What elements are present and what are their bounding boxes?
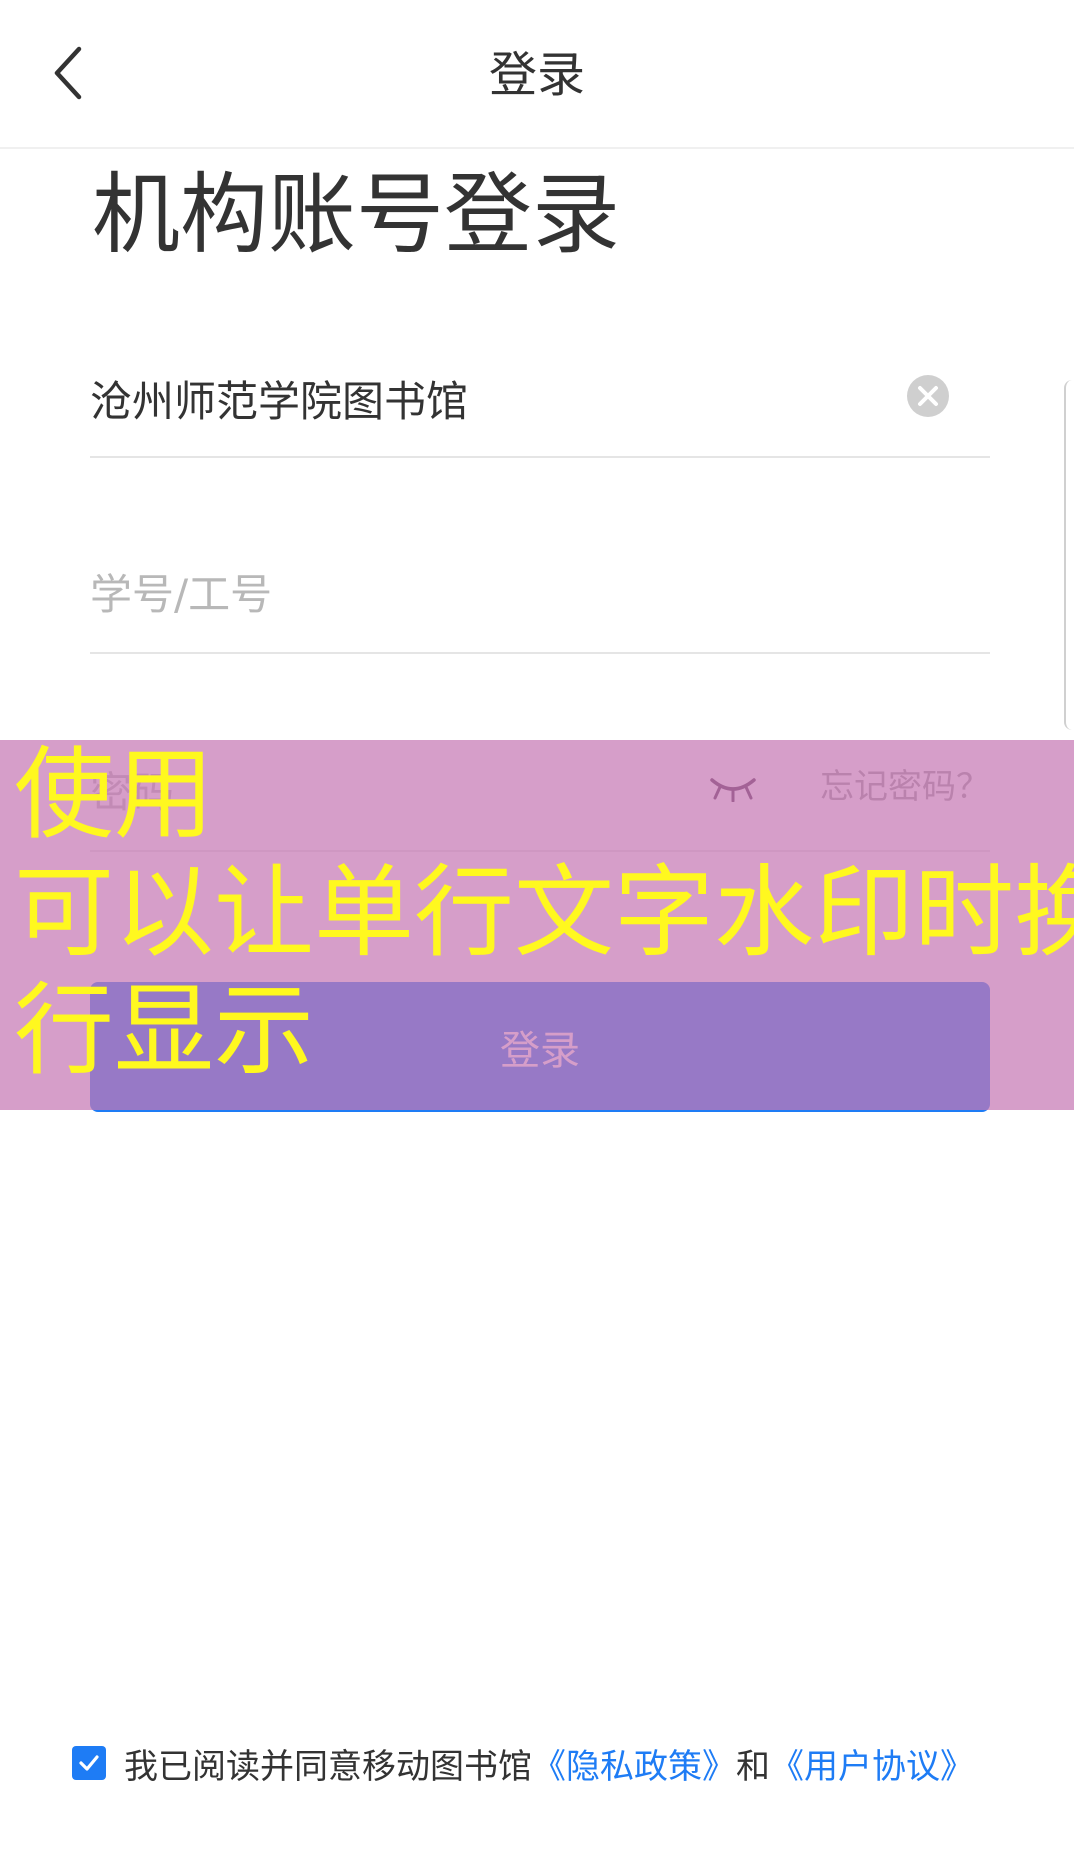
privacy-policy-link[interactable]: 《隐私政策》 xyxy=(532,1739,736,1788)
forgot-password-link[interactable]: 忘记密码？ xyxy=(820,762,990,812)
user-agreement-link[interactable]: 《用户协议》 xyxy=(770,1739,974,1788)
account-field xyxy=(90,544,990,654)
agreement-text: 我已阅读并同意移动图书馆 xyxy=(124,1746,532,1787)
agreement-checkbox[interactable] xyxy=(72,1746,106,1780)
agreement-conjunction: 和 xyxy=(736,1746,770,1787)
account-underline xyxy=(90,652,990,654)
account-input[interactable] xyxy=(90,544,910,644)
password-field: 忘记密码？ xyxy=(90,742,990,852)
institution-input[interactable] xyxy=(90,348,910,448)
clear-icon[interactable] xyxy=(906,374,950,418)
checkmark-icon xyxy=(79,1755,99,1771)
password-input[interactable] xyxy=(90,742,690,842)
login-button[interactable]: 登录 xyxy=(90,982,990,1112)
institution-field xyxy=(90,348,990,458)
side-edge-indicator xyxy=(1064,380,1074,730)
page-title: 机构账号登录 xyxy=(92,163,621,266)
nav-title: 登录 xyxy=(488,47,585,103)
top-nav-bar: 登录 xyxy=(0,0,1074,149)
watermark-line: 可以让单行文字水印时换 xyxy=(14,854,1074,971)
password-underline xyxy=(90,850,990,852)
eye-closed-icon[interactable] xyxy=(708,772,758,802)
agreement-row: 我已阅读并同意移动图书馆 《隐私政策》 和 《用户协议》 xyxy=(72,1738,974,1788)
institution-underline xyxy=(90,456,990,458)
